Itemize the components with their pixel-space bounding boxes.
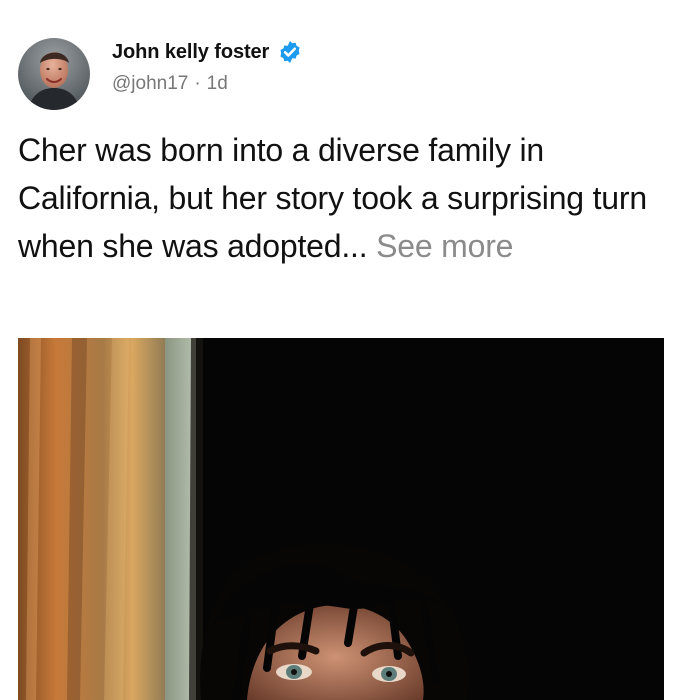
post-subtitle: @john17 · 1d [112, 73, 303, 95]
post-photo [18, 338, 664, 700]
post-header: John kelly foster @john17 · 1d [18, 38, 303, 112]
post-text-main: Cher was born into a diverse family in C… [18, 132, 647, 264]
author-meta: John kelly foster @john17 · 1d [112, 39, 303, 95]
post-time[interactable]: 1d [207, 73, 228, 94]
avatar[interactable] [18, 38, 90, 110]
verified-badge-icon [277, 39, 303, 65]
social-post-page: John kelly foster @john17 · 1d Cher was bo… [0, 0, 700, 700]
author-name-row: John kelly foster [112, 39, 303, 65]
post-text: Cher was born into a diverse family in C… [18, 126, 680, 270]
separator: · [194, 73, 201, 94]
post-image[interactable] [18, 338, 664, 700]
author-handle[interactable]: @john17 [112, 73, 188, 94]
see-more-link[interactable]: See more [376, 228, 513, 264]
avatar-image [18, 38, 90, 110]
author-name[interactable]: John kelly foster [112, 41, 269, 64]
